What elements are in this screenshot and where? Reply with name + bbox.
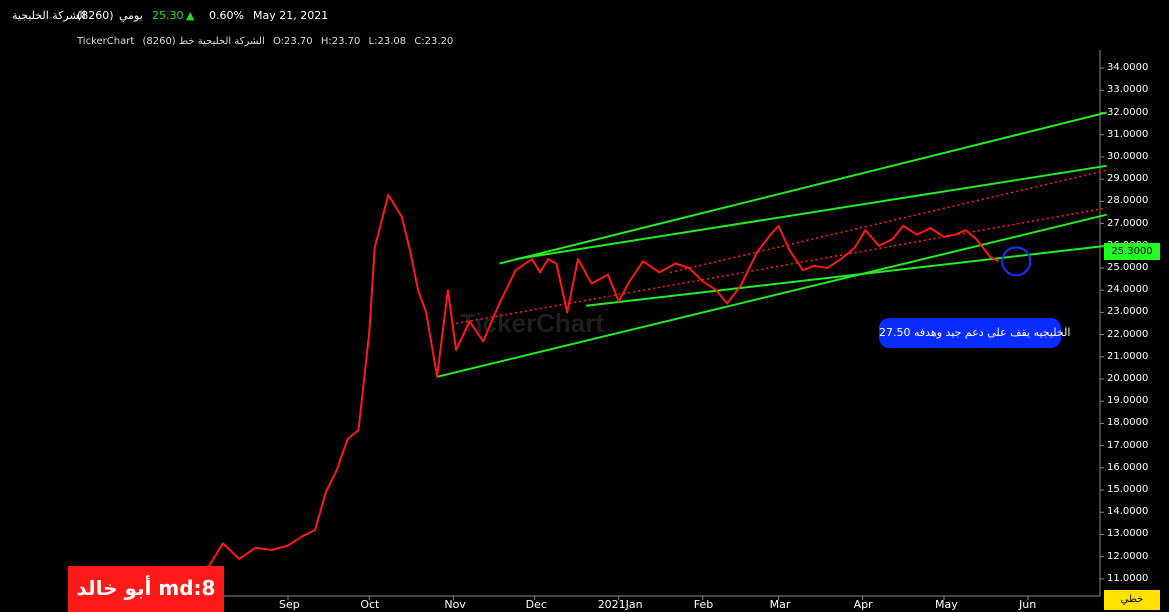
y-tick-label: 18.0000 [1107,417,1149,429]
y-tick-label: 23.0000 [1107,306,1149,318]
price-chart[interactable]: TickerChart [0,0,1169,612]
x-tick-label: Dec [525,598,547,611]
y-tick-label: 11.0000 [1107,572,1149,584]
y-tick-label: 16.0000 [1107,461,1149,473]
x-tick-label: Sep [279,598,300,611]
y-tick-label: 14.0000 [1107,506,1149,518]
y-tick-label: 29.0000 [1107,173,1149,185]
x-tick-label: Feb [693,598,714,611]
y-tick-label: 12.0000 [1107,550,1149,562]
y-axis-ticks [1100,67,1104,580]
scale-type-button[interactable]: خطي [1104,590,1160,610]
y-tick-label: 28.0000 [1107,195,1149,207]
y-tick-label: 19.0000 [1107,395,1149,407]
y-tick-label: 31.0000 [1107,128,1149,140]
y-tick-label: 21.0000 [1107,350,1149,362]
y-tick-label: 30.0000 [1107,150,1149,162]
y-tick-label: 20.0000 [1107,373,1149,385]
x-tick-label: Nov [444,598,466,611]
y-tick-label: 27.0000 [1107,217,1149,229]
y-tick-label: 34.0000 [1107,62,1149,74]
author-signature: أبو خالد md:8 [68,566,224,612]
x-tick-label: Mar [769,598,791,611]
watermark-text: TickerChart [460,308,604,338]
x-tick-label: 2021Jan [597,598,643,611]
y-tick-label: 25.0000 [1107,261,1149,273]
x-tick-label: May [934,598,958,611]
x-axis-ticks [287,596,1029,600]
y-tick-label: 33.0000 [1107,84,1149,96]
y-tick-label: 32.0000 [1107,106,1149,118]
y-tick-label: 22.0000 [1107,328,1149,340]
x-tick-label: Apr [853,598,873,611]
y-tick-label: 24.0000 [1107,284,1149,296]
y-tick-label: 17.0000 [1107,439,1149,451]
last-price-tag: 25.3000 [1104,243,1160,260]
x-tick-label: Jun [1019,598,1037,611]
x-tick-label: Oct [360,598,380,611]
y-tick-label: 15.0000 [1107,484,1149,496]
y-tick-label: 13.0000 [1107,528,1149,540]
analysis-note: الخليجيه يقف على دعم جيد وهدفه 27.50 [879,318,1070,348]
